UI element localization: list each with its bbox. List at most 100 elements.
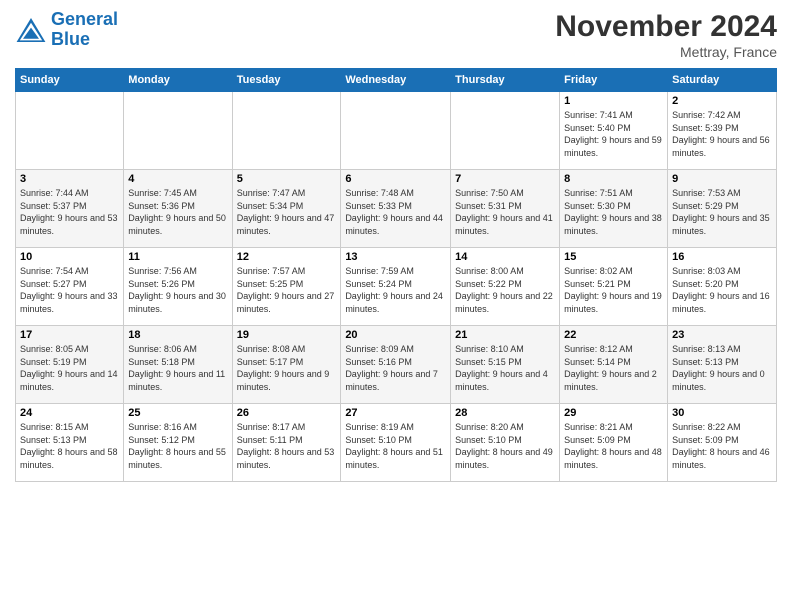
- day-number: 12: [237, 251, 337, 263]
- day-number: 14: [455, 251, 555, 263]
- calendar-cell: [232, 92, 341, 170]
- logo: General Blue: [15, 10, 118, 50]
- title-section: November 2024 Mettray, France: [555, 10, 777, 60]
- calendar-header: SundayMondayTuesdayWednesdayThursdayFrid…: [16, 69, 777, 92]
- day-info: Sunrise: 8:17 AM Sunset: 5:11 PM Dayligh…: [237, 421, 337, 471]
- calendar-cell: 11 Sunrise: 7:56 AM Sunset: 5:26 PM Dayli…: [124, 248, 232, 326]
- day-info: Sunrise: 8:00 AM Sunset: 5:22 PM Dayligh…: [455, 265, 555, 315]
- day-info: Sunrise: 8:19 AM Sunset: 5:10 PM Dayligh…: [345, 421, 446, 471]
- calendar-cell: 3 Sunrise: 7:44 AM Sunset: 5:37 PM Daylig…: [16, 170, 124, 248]
- header: General Blue November 2024 Mettray, Fran…: [15, 10, 777, 60]
- calendar-cell: 26 Sunrise: 8:17 AM Sunset: 5:11 PM Dayli…: [232, 404, 341, 482]
- calendar-cell: [341, 92, 451, 170]
- calendar-cell: 23 Sunrise: 8:13 AM Sunset: 5:13 PM Dayli…: [668, 326, 777, 404]
- calendar-cell: 18 Sunrise: 8:06 AM Sunset: 5:18 PM Dayli…: [124, 326, 232, 404]
- day-info: Sunrise: 8:21 AM Sunset: 5:09 PM Dayligh…: [564, 421, 663, 471]
- day-info: Sunrise: 8:16 AM Sunset: 5:12 PM Dayligh…: [128, 421, 227, 471]
- logo-line1: General: [51, 9, 118, 29]
- day-number: 19: [237, 329, 337, 341]
- calendar-cell: 8 Sunrise: 7:51 AM Sunset: 5:30 PM Daylig…: [560, 170, 668, 248]
- day-number: 29: [564, 407, 663, 419]
- weekday-header: Wednesday: [341, 69, 451, 92]
- day-number: 13: [345, 251, 446, 263]
- day-info: Sunrise: 7:50 AM Sunset: 5:31 PM Dayligh…: [455, 187, 555, 237]
- logo-line2: Blue: [51, 29, 90, 49]
- calendar-cell: 2 Sunrise: 7:42 AM Sunset: 5:39 PM Daylig…: [668, 92, 777, 170]
- calendar-cell: 30 Sunrise: 8:22 AM Sunset: 5:09 PM Dayli…: [668, 404, 777, 482]
- day-info: Sunrise: 8:13 AM Sunset: 5:13 PM Dayligh…: [672, 343, 772, 393]
- day-number: 16: [672, 251, 772, 263]
- day-number: 7: [455, 173, 555, 185]
- day-info: Sunrise: 7:51 AM Sunset: 5:30 PM Dayligh…: [564, 187, 663, 237]
- day-info: Sunrise: 8:20 AM Sunset: 5:10 PM Dayligh…: [455, 421, 555, 471]
- calendar-cell: 5 Sunrise: 7:47 AM Sunset: 5:34 PM Daylig…: [232, 170, 341, 248]
- day-number: 20: [345, 329, 446, 341]
- day-info: Sunrise: 7:44 AM Sunset: 5:37 PM Dayligh…: [20, 187, 119, 237]
- day-number: 23: [672, 329, 772, 341]
- day-number: 28: [455, 407, 555, 419]
- calendar-week: 10Sunrise: 7:54 AM Sunset: 5:27 PM Dayli…: [16, 248, 777, 326]
- calendar-cell: 20 Sunrise: 8:09 AM Sunset: 5:16 PM Dayli…: [341, 326, 451, 404]
- day-info: Sunrise: 8:10 AM Sunset: 5:15 PM Dayligh…: [455, 343, 555, 393]
- calendar-cell: 19 Sunrise: 8:08 AM Sunset: 5:17 PM Dayli…: [232, 326, 341, 404]
- calendar-week: 1Sunrise: 7:41 AM Sunset: 5:40 PM Daylig…: [16, 92, 777, 170]
- calendar-cell: 28 Sunrise: 8:20 AM Sunset: 5:10 PM Dayli…: [451, 404, 560, 482]
- day-number: 11: [128, 251, 227, 263]
- calendar-cell: 24Sunrise: 8:15 AM Sunset: 5:13 PM Dayli…: [16, 404, 124, 482]
- day-info: Sunrise: 8:03 AM Sunset: 5:20 PM Dayligh…: [672, 265, 772, 315]
- calendar-week: 17Sunrise: 8:05 AM Sunset: 5:19 PM Dayli…: [16, 326, 777, 404]
- day-info: Sunrise: 7:47 AM Sunset: 5:34 PM Dayligh…: [237, 187, 337, 237]
- month-title: November 2024: [555, 10, 777, 44]
- day-number: 3: [20, 173, 119, 185]
- day-number: 8: [564, 173, 663, 185]
- day-number: 15: [564, 251, 663, 263]
- day-number: 21: [455, 329, 555, 341]
- day-info: Sunrise: 8:05 AM Sunset: 5:19 PM Dayligh…: [20, 343, 119, 393]
- day-info: Sunrise: 8:15 AM Sunset: 5:13 PM Dayligh…: [20, 421, 119, 471]
- day-info: Sunrise: 7:53 AM Sunset: 5:29 PM Dayligh…: [672, 187, 772, 237]
- day-info: Sunrise: 7:57 AM Sunset: 5:25 PM Dayligh…: [237, 265, 337, 315]
- calendar-cell: 15Sunrise: 8:02 AM Sunset: 5:21 PM Dayli…: [560, 248, 668, 326]
- calendar-cell: [451, 92, 560, 170]
- calendar: SundayMondayTuesdayWednesdayThursdayFrid…: [15, 68, 777, 482]
- calendar-cell: 22 Sunrise: 8:12 AM Sunset: 5:14 PM Dayli…: [560, 326, 668, 404]
- day-info: Sunrise: 7:42 AM Sunset: 5:39 PM Dayligh…: [672, 109, 772, 159]
- calendar-cell: 13 Sunrise: 7:59 AM Sunset: 5:24 PM Dayli…: [341, 248, 451, 326]
- weekday-header: Tuesday: [232, 69, 341, 92]
- location: Mettray, France: [555, 44, 777, 60]
- day-number: 22: [564, 329, 663, 341]
- day-info: Sunrise: 8:09 AM Sunset: 5:16 PM Dayligh…: [345, 343, 446, 393]
- day-info: Sunrise: 7:59 AM Sunset: 5:24 PM Dayligh…: [345, 265, 446, 315]
- day-number: 5: [237, 173, 337, 185]
- calendar-cell: 27 Sunrise: 8:19 AM Sunset: 5:10 PM Dayli…: [341, 404, 451, 482]
- weekday-header: Thursday: [451, 69, 560, 92]
- calendar-cell: 17Sunrise: 8:05 AM Sunset: 5:19 PM Dayli…: [16, 326, 124, 404]
- day-info: Sunrise: 7:54 AM Sunset: 5:27 PM Dayligh…: [20, 265, 119, 315]
- day-info: Sunrise: 8:12 AM Sunset: 5:14 PM Dayligh…: [564, 343, 663, 393]
- calendar-cell: 6Sunrise: 7:48 AM Sunset: 5:33 PM Daylig…: [341, 170, 451, 248]
- calendar-cell: 7 Sunrise: 7:50 AM Sunset: 5:31 PM Daylig…: [451, 170, 560, 248]
- day-info: Sunrise: 7:56 AM Sunset: 5:26 PM Dayligh…: [128, 265, 227, 315]
- day-info: Sunrise: 8:08 AM Sunset: 5:17 PM Dayligh…: [237, 343, 337, 393]
- day-number: 30: [672, 407, 772, 419]
- calendar-cell: 25Sunrise: 8:16 AM Sunset: 5:12 PM Dayli…: [124, 404, 232, 482]
- day-info: Sunrise: 8:06 AM Sunset: 5:18 PM Dayligh…: [128, 343, 227, 393]
- calendar-week: 3 Sunrise: 7:44 AM Sunset: 5:37 PM Daylig…: [16, 170, 777, 248]
- calendar-cell: 1Sunrise: 7:41 AM Sunset: 5:40 PM Daylig…: [560, 92, 668, 170]
- day-number: 2: [672, 95, 772, 107]
- calendar-cell: 29 Sunrise: 8:21 AM Sunset: 5:09 PM Dayli…: [560, 404, 668, 482]
- day-info: Sunrise: 7:45 AM Sunset: 5:36 PM Dayligh…: [128, 187, 227, 237]
- weekday-header: Saturday: [668, 69, 777, 92]
- day-number: 26: [237, 407, 337, 419]
- day-info: Sunrise: 8:22 AM Sunset: 5:09 PM Dayligh…: [672, 421, 772, 471]
- weekday-header: Monday: [124, 69, 232, 92]
- day-info: Sunrise: 7:48 AM Sunset: 5:33 PM Dayligh…: [345, 187, 446, 237]
- page: General Blue November 2024 Mettray, Fran…: [0, 0, 792, 612]
- day-number: 1: [564, 95, 663, 107]
- logo-text: General Blue: [51, 10, 118, 50]
- day-number: 18: [128, 329, 227, 341]
- calendar-cell: 21 Sunrise: 8:10 AM Sunset: 5:15 PM Dayli…: [451, 326, 560, 404]
- weekday-row: SundayMondayTuesdayWednesdayThursdayFrid…: [16, 69, 777, 92]
- calendar-body: 1Sunrise: 7:41 AM Sunset: 5:40 PM Daylig…: [16, 92, 777, 482]
- day-number: 27: [345, 407, 446, 419]
